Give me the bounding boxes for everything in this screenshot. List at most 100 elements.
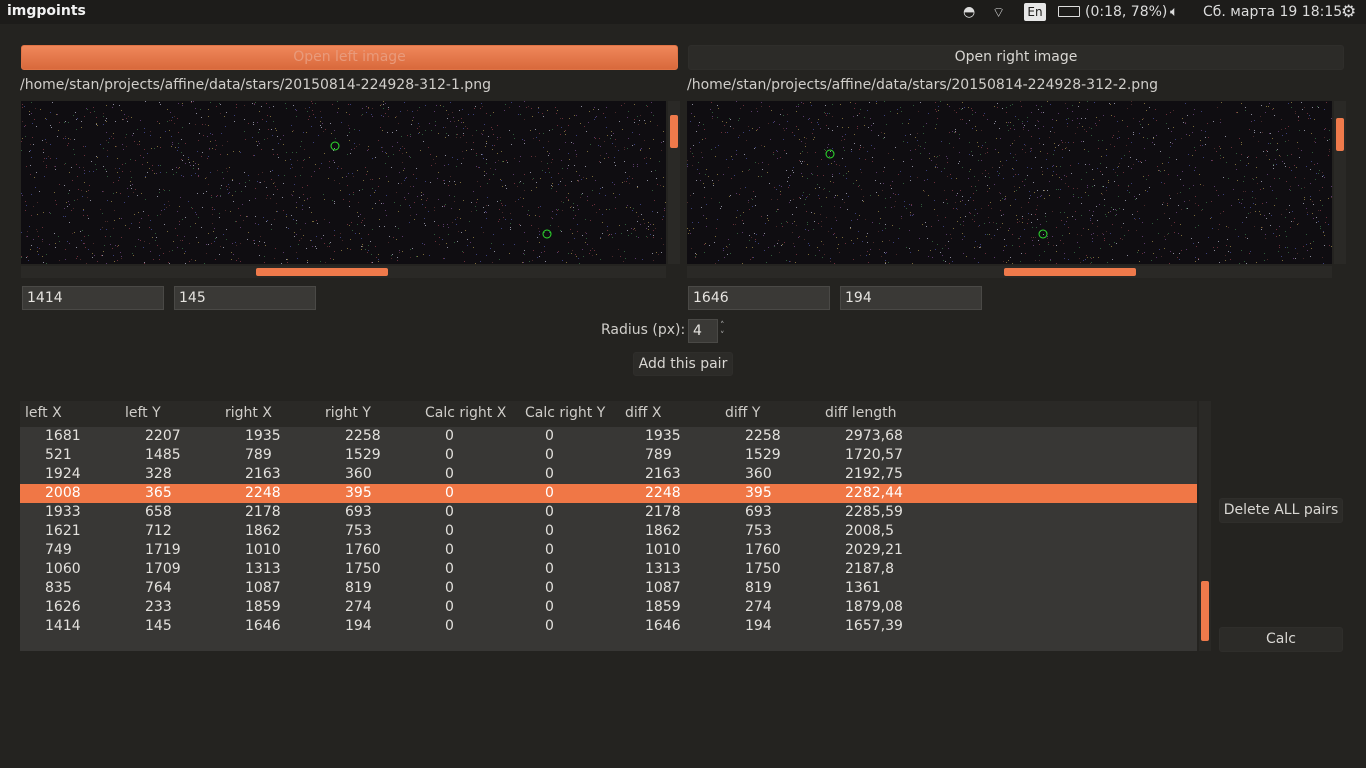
volume-icon[interactable]: 🔈︎ [1170,4,1178,20]
column-header[interactable]: diff Y [725,405,760,421]
star-pixel [830,181,831,182]
left-x-field[interactable]: 1414 [22,286,164,310]
star-pixel [317,223,318,224]
battery-icon[interactable] [1058,6,1080,17]
pairs-table[interactable]: left X left Y right X right Y Calc right X Ca… [20,401,1197,651]
star-pixel [596,254,597,255]
star-pixel [1310,243,1311,244]
star-pixel [1112,137,1113,138]
radius-stepper-icon[interactable]: ˄ ˅ [720,321,725,341]
right-horizontal-scrollbar[interactable] [687,266,1332,278]
star-pixel [872,161,873,162]
star-pixel [1035,237,1036,238]
right-vertical-scroll-thumb[interactable] [1336,118,1344,151]
star-pixel [1200,184,1201,185]
star-pixel [1000,161,1001,162]
open-left-image-button[interactable]: Open left image [21,45,678,70]
table-row[interactable]: 1060 1709 1313 1750 0 0 1313 1750 2187,8 [20,560,1197,579]
star-pixel [77,199,78,200]
network-icon[interactable]: ◓ [963,4,975,20]
star-pixel [761,106,762,107]
star-pixel [1089,164,1090,165]
star-pixel [761,102,762,103]
right-horizontal-scroll-thumb[interactable] [1004,268,1136,276]
left-horizontal-scroll-thumb[interactable] [256,268,388,276]
table-row[interactable]: 835 764 1087 819 0 0 1087 819 1361 [20,579,1197,598]
table-row[interactable]: 1681 2207 1935 2258 0 0 1935 2258 2973,68 [20,427,1197,446]
right-vertical-scrollbar[interactable] [1334,101,1346,264]
column-header[interactable]: left Y [125,405,161,421]
star-pixel [743,223,744,224]
battery-status[interactable]: (0:18, 78%) [1085,4,1167,20]
column-header[interactable]: diff length [825,405,897,421]
star-pixel [838,244,839,245]
open-right-image-button[interactable]: Open right image [688,45,1344,70]
star-pixel [171,120,172,121]
star-pixel [1140,124,1141,125]
star-pixel [959,138,960,139]
star-pixel [854,143,855,144]
column-header[interactable]: right X [225,405,272,421]
star-pixel [64,164,65,165]
star-pixel [1034,192,1035,193]
table-row[interactable]: 1621 712 1862 753 0 0 1862 753 2008,5 [20,522,1197,541]
table-vertical-scrollbar[interactable] [1199,401,1211,651]
star-pixel [1329,149,1330,150]
star-pixel [443,127,444,128]
star-pixel [1033,182,1034,183]
table-row[interactable]: 1626 233 1859 274 0 0 1859 274 1879,08 [20,598,1197,617]
right-image-view[interactable] [687,101,1332,264]
radius-label: Radius (px): [601,322,686,338]
column-header[interactable]: Calc right Y [525,405,605,421]
star-pixel [1208,137,1209,138]
keyboard-layout-indicator[interactable]: En [1024,3,1046,21]
star-pixel [71,167,72,168]
app-title: imgpoints [7,3,86,19]
column-header[interactable]: left X [25,405,62,421]
star-pixel [1073,196,1074,197]
column-header[interactable]: diff X [625,405,661,421]
star-pixel [706,204,707,205]
gear-icon[interactable]: ⚙ [1341,2,1356,22]
radius-spinbox[interactable]: 4 [688,319,718,343]
column-header[interactable]: right Y [325,405,371,421]
table-scroll-thumb[interactable] [1201,581,1209,641]
star-pixel [1111,207,1112,208]
star-pixel [1091,262,1092,263]
star-pixel [704,187,705,188]
table-row[interactable]: 2008 365 2248 395 0 0 2248 395 2282,44 [20,484,1197,503]
star-pixel [264,256,265,257]
delete-all-pairs-button[interactable]: Delete ALL pairs [1219,498,1343,523]
star-pixel [857,238,858,239]
calc-button[interactable]: Calc [1219,627,1343,652]
star-pixel [321,117,322,118]
left-horizontal-scrollbar[interactable] [21,266,666,278]
star-pixel [665,202,666,203]
wifi-icon[interactable]: ⌔ [992,4,1005,22]
add-pair-button[interactable]: Add this pair [633,352,733,376]
table-row[interactable]: 749 1719 1010 1760 0 0 1010 1760 2029,21 [20,541,1197,560]
column-header[interactable]: Calc right X [425,405,506,421]
left-vertical-scroll-thumb[interactable] [670,115,678,148]
table-row[interactable]: 1414 145 1646 194 0 0 1646 194 1657,39 [20,617,1197,636]
left-y-field[interactable]: 145 [174,286,316,310]
table-row[interactable]: 1933 658 2178 693 0 0 2178 693 2285,59 [20,503,1197,522]
star-pixel [1005,199,1006,200]
left-marker-point[interactable] [542,229,552,239]
star-pixel [456,166,457,167]
clock[interactable]: Сб. марта 19 18:15 [1203,4,1342,20]
table-row[interactable]: 1924 328 2163 360 0 0 2163 360 2192,75 [20,465,1197,484]
star-pixel [1081,215,1082,216]
star-pixel [942,248,943,249]
table-row[interactable]: 521 1485 789 1529 0 0 789 1529 1720,57 [20,446,1197,465]
star-pixel [1045,216,1046,217]
star-pixel [900,107,901,108]
star-pixel [691,248,692,249]
star-pixel [112,248,113,249]
right-y-field[interactable]: 194 [840,286,982,310]
left-image-view[interactable] [21,101,666,264]
left-vertical-scrollbar[interactable] [668,101,680,264]
right-x-field[interactable]: 1646 [688,286,830,310]
star-pixel [110,244,111,245]
star-pixel [131,188,132,189]
